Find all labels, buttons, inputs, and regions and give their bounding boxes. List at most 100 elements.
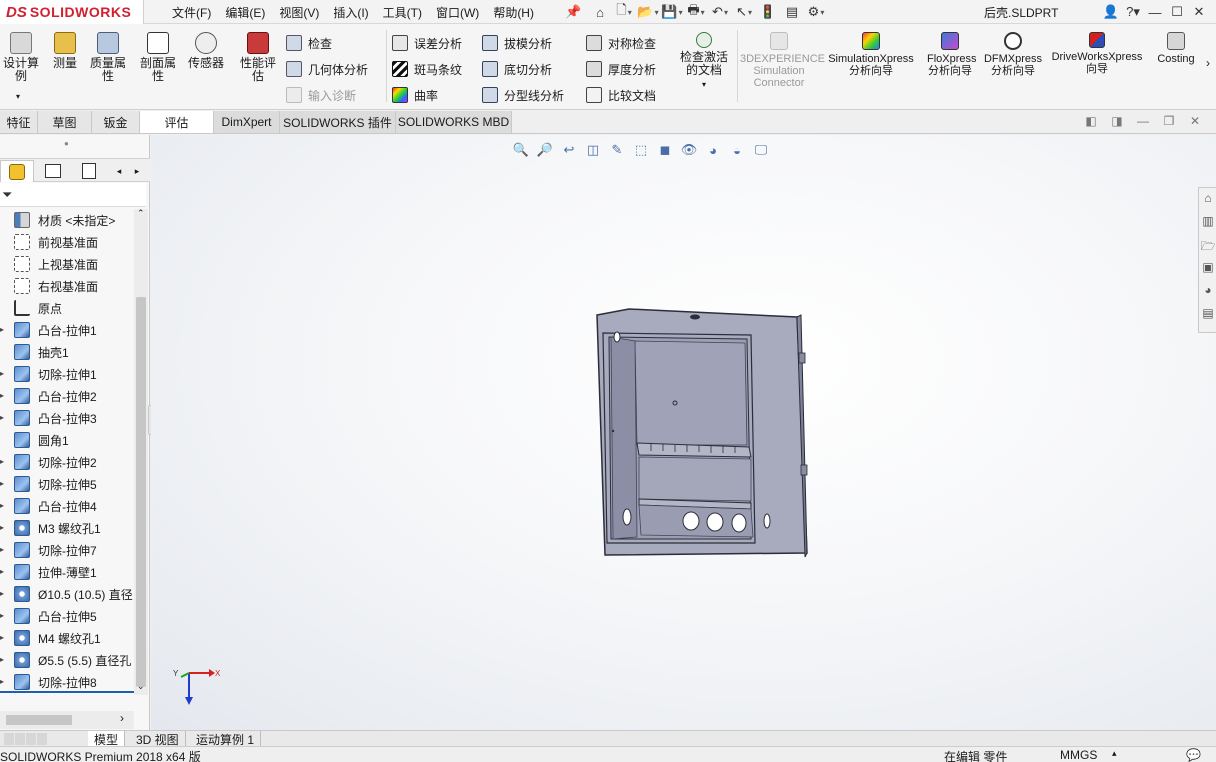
3d-model-enclosure[interactable] xyxy=(591,305,851,565)
tree-scrollbar-thumb[interactable] xyxy=(136,297,146,687)
panel-grip-icon[interactable]: ● xyxy=(64,139,69,148)
save-icon[interactable]: 💾 xyxy=(661,3,682,21)
parting-line-analysis-button[interactable]: 分型线分析 xyxy=(482,85,564,105)
menu-view[interactable]: 视图(V) xyxy=(279,4,319,21)
chat-bubble-icon[interactable]: 💬 xyxy=(1186,748,1201,762)
expand-arrow-icon[interactable]: ▸ xyxy=(0,479,4,488)
print-icon[interactable]: 🖶 xyxy=(686,2,706,21)
tree-node[interactable]: ▸ M3 螺纹孔1 xyxy=(0,517,134,539)
tab-solidworks-mbd[interactable]: SOLIDWORKS MBD xyxy=(396,111,512,133)
horizontal-scrollbar-thumb[interactable] xyxy=(6,715,72,725)
mass-properties-button[interactable]: 质量属性 xyxy=(86,32,130,83)
tree-node[interactable]: ▸ M4 螺纹孔1 xyxy=(0,627,134,649)
menu-file[interactable]: 文件(F) xyxy=(172,4,211,21)
design-study-button[interactable]: 设计算例 xyxy=(2,32,40,83)
prev-tab-icon[interactable] xyxy=(15,733,25,745)
first-tab-icon[interactable] xyxy=(4,733,14,745)
property-manager-tab[interactable] xyxy=(36,160,70,182)
tree-node[interactable]: ▸ 凸台-拉伸2 xyxy=(0,385,134,407)
tree-node[interactable]: 圆角1 xyxy=(0,429,134,451)
minimize-icon[interactable]: — xyxy=(1144,5,1166,20)
zebra-stripes-button[interactable]: 斑马条纹 xyxy=(392,59,462,79)
last-tab-icon[interactable] xyxy=(37,733,47,745)
check-button[interactable]: 检查 xyxy=(286,33,332,53)
import-diagnostics-button[interactable]: 输入诊断 xyxy=(286,85,356,105)
expand-arrow-icon[interactable]: ▸ xyxy=(0,501,4,510)
solidworks-resources-icon[interactable]: ⌂ xyxy=(1200,191,1216,211)
driveworksxpress-button[interactable]: DriveWorksXpress 向导 xyxy=(1048,32,1146,75)
check-active-document-button[interactable]: 检查激活的文档 ▾ xyxy=(674,32,734,91)
feature-manager-tab[interactable] xyxy=(0,160,34,182)
help-icon[interactable]: ?▾ xyxy=(1122,4,1144,20)
undercut-analysis-button[interactable]: 底切分析 xyxy=(482,59,552,79)
tree-scrollbar[interactable]: ⌃ ⌄ xyxy=(134,208,148,695)
edit-appearance-icon[interactable]: ◕ xyxy=(701,140,725,160)
menu-edit[interactable]: 编辑(E) xyxy=(225,4,265,21)
scroll-down-icon[interactable]: ⌄ xyxy=(137,681,145,692)
view-orientation-icon[interactable]: ⬚ xyxy=(629,140,653,160)
tab-dimxpert[interactable]: DimXpert xyxy=(214,111,280,133)
home-icon[interactable]: ⌂ xyxy=(590,3,610,21)
tile-left-icon[interactable]: ◧ xyxy=(1078,114,1104,128)
rebuild-icon[interactable]: 🚦 xyxy=(758,3,778,21)
options-gear-icon[interactable]: ⚙ xyxy=(806,3,826,21)
section-view-icon[interactable]: ◫ xyxy=(581,140,605,160)
expand-arrow-icon[interactable]: ▸ xyxy=(0,633,4,642)
tree-node[interactable]: ▸ Ø5.5 (5.5) 直径孔 xyxy=(0,649,134,671)
unit-system[interactable]: MMGS xyxy=(1060,748,1097,762)
measure-button[interactable]: 测量 xyxy=(50,32,80,70)
viewport-restore-icon[interactable]: ❐ xyxy=(1156,114,1182,128)
3dexperience-connector-button[interactable]: 3DEXPERIENCE Simulation Connector xyxy=(740,32,825,89)
tab-evaluate[interactable]: 评估 xyxy=(140,111,214,133)
tree-node[interactable]: ▸ 切除-拉伸2 xyxy=(0,451,134,473)
expand-arrow-icon[interactable]: ▸ xyxy=(0,545,4,554)
zoom-to-area-icon[interactable]: 🔎 xyxy=(533,140,557,160)
draft-analysis-button[interactable]: 拔模分析 xyxy=(482,33,552,53)
open-icon[interactable]: 📂 xyxy=(637,3,658,21)
menu-tools[interactable]: 工具(T) xyxy=(383,4,422,21)
tree-node[interactable]: ▸ 拉伸-薄壁1 xyxy=(0,561,134,583)
menu-window[interactable]: 窗口(W) xyxy=(436,4,479,21)
zoom-to-fit-icon[interactable]: 🔍 xyxy=(509,140,533,160)
expand-arrow-icon[interactable]: ▸ xyxy=(0,413,4,422)
solidworks-logo[interactable]: DS SOLIDWORKS xyxy=(0,0,144,24)
viewport-close-icon[interactable]: ✕ xyxy=(1182,114,1208,128)
graphics-area[interactable]: 🔍 🔎 ↩ ◫ ✎ ⬚ ◼ 👁 ◕ ◒ 🖵 X Y ⌂ ▥ 🗁 ▣ ◕ ▤ xyxy=(151,135,1216,730)
expand-arrow-icon[interactable]: ▸ xyxy=(0,457,4,466)
chevron-down-icon[interactable]: ▾ xyxy=(16,92,20,101)
expand-arrow-icon[interactable]: ▸ xyxy=(0,523,4,532)
expand-arrow-icon[interactable]: ▸ xyxy=(0,567,4,576)
scroll-up-icon[interactable]: ⌃ xyxy=(137,208,145,219)
tree-node[interactable]: ▸ 切除-拉伸7 xyxy=(0,539,134,561)
tree-node[interactable]: ▸ 凸台-拉伸3 xyxy=(0,407,134,429)
toolbar-more-chevron-icon[interactable]: › xyxy=(1206,56,1210,70)
tree-node[interactable]: 右视基准面 xyxy=(0,275,134,297)
custom-properties-icon[interactable]: ▤ xyxy=(1200,306,1216,326)
pin-menu-icon[interactable]: 📌 xyxy=(565,4,581,19)
tile-right-icon[interactable]: ◨ xyxy=(1104,114,1130,128)
new-document-icon[interactable]: 🗋 xyxy=(614,2,634,21)
expand-arrow-icon[interactable]: ▸ xyxy=(0,325,4,334)
deviation-analysis-button[interactable]: 误差分析 xyxy=(392,33,462,53)
menu-insert[interactable]: 插入(I) xyxy=(333,4,368,21)
tree-node[interactable]: 抽壳1 xyxy=(0,341,134,363)
scroll-right-icon[interactable]: › xyxy=(120,711,124,725)
tree-node[interactable]: ▸ 凸台-拉伸1 xyxy=(0,319,134,341)
undo-icon[interactable]: ↶ xyxy=(710,3,730,21)
panel-scroll-left-icon[interactable]: ◂ xyxy=(110,160,128,182)
costing-button[interactable]: Costing xyxy=(1152,32,1200,66)
appearances-icon[interactable]: ◕ xyxy=(1200,283,1216,303)
panel-scroll-right-icon[interactable]: ▸ xyxy=(128,160,146,182)
select-icon[interactable]: ↖ xyxy=(734,3,754,21)
configuration-manager-tab[interactable] xyxy=(72,160,106,182)
symmetry-check-button[interactable]: 对称检查 xyxy=(586,33,656,53)
tab-solidworks-addins[interactable]: SOLIDWORKS 插件 xyxy=(280,111,396,133)
tree-horizontal-scrollbar[interactable]: › xyxy=(0,711,134,729)
tree-node[interactable]: ▸ 切除-拉伸5 xyxy=(0,473,134,495)
dynamic-annotation-icon[interactable]: ✎ xyxy=(605,140,629,160)
tab-model[interactable]: 模型 xyxy=(88,731,126,747)
tree-node[interactable]: 材质 <未指定> xyxy=(0,209,134,231)
tree-node[interactable]: ▸ Ø10.5 (10.5) 直径 xyxy=(0,583,134,605)
section-properties-button[interactable]: 剖面属性 xyxy=(136,32,180,83)
thickness-analysis-button[interactable]: 厚度分析 xyxy=(586,59,656,79)
